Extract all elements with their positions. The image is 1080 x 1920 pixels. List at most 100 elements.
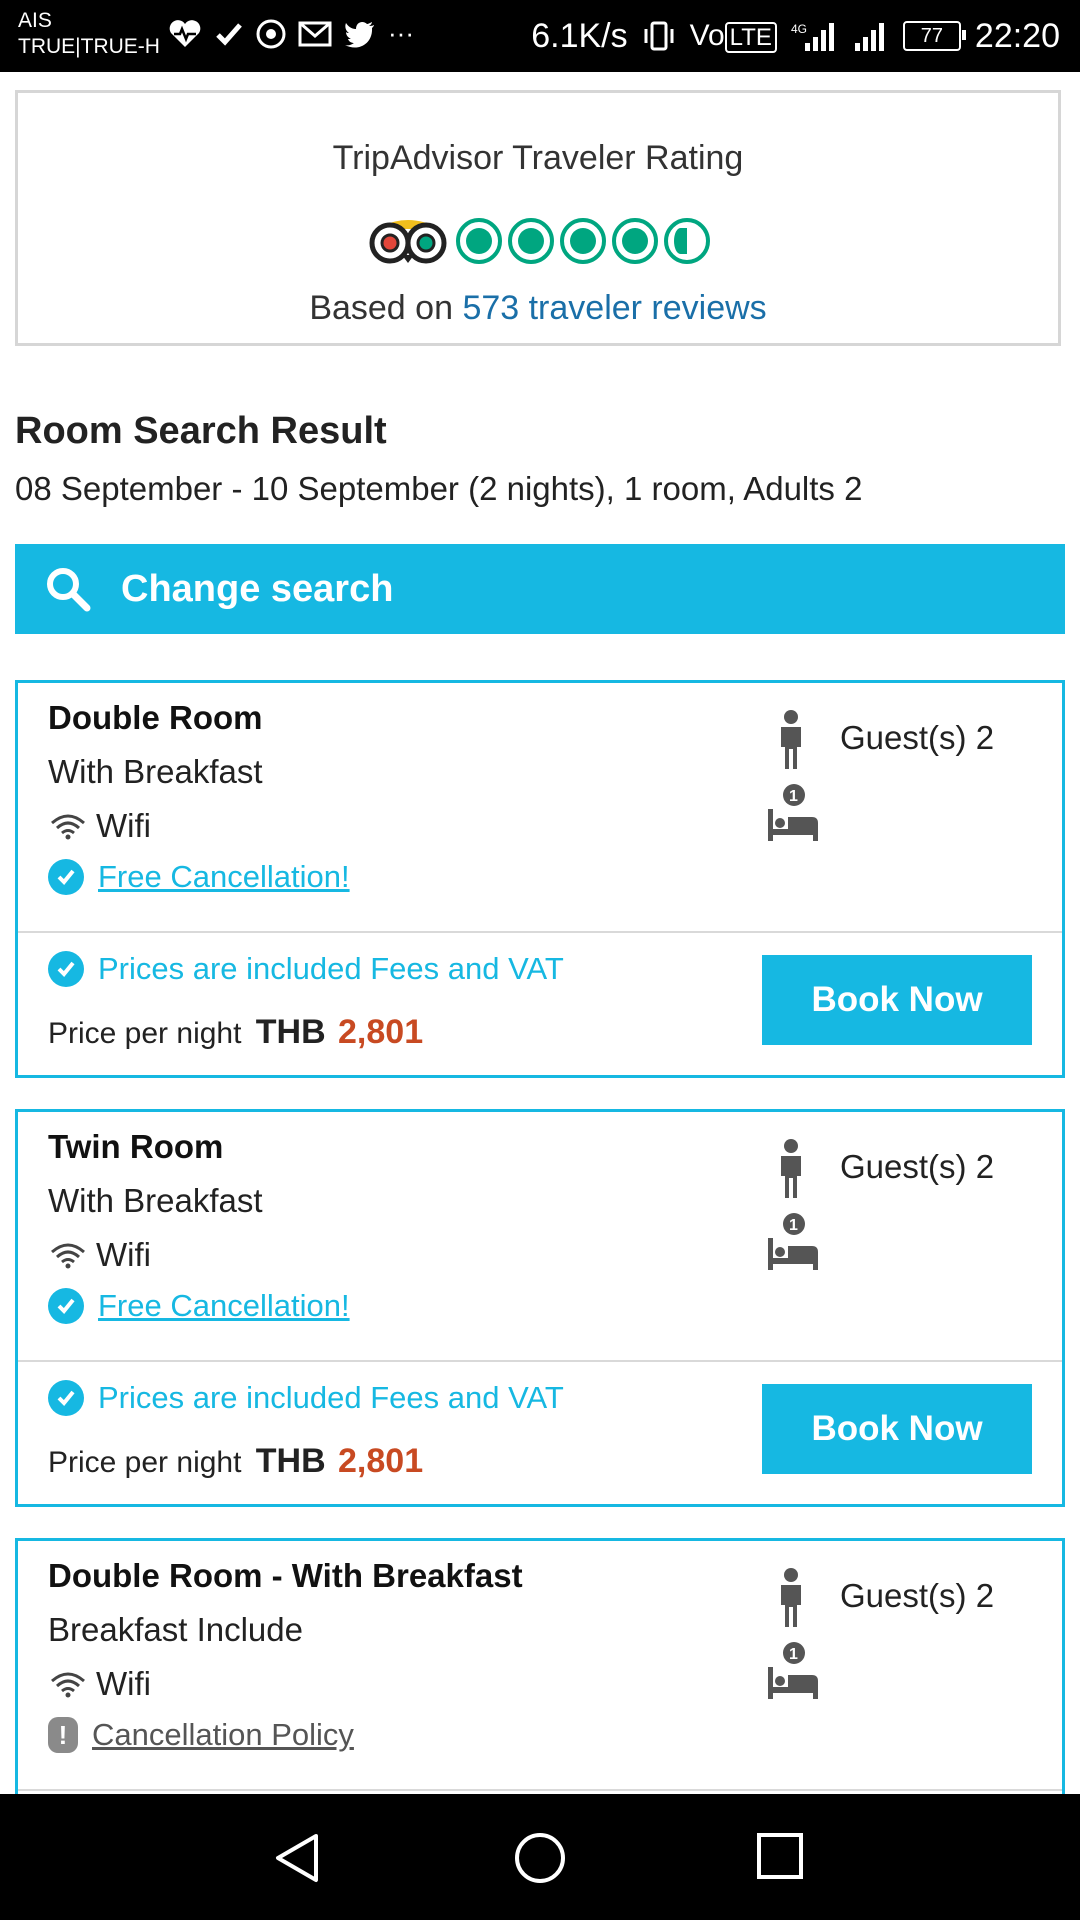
- room-wifi: Wifi: [48, 807, 151, 845]
- room-details: Twin Room With Breakfast Wifi Free Cance…: [18, 1112, 1062, 1362]
- rating-title: TripAdvisor Traveler Rating: [332, 139, 744, 177]
- bed-icon: 1: [768, 784, 818, 841]
- check-circle-icon: [48, 1288, 84, 1324]
- price-label: Price per night: [48, 1017, 242, 1050]
- free-cancellation-link[interactable]: Free Cancellation!: [98, 1288, 350, 1324]
- guest-count: Guest(s) 2: [840, 1148, 995, 1185]
- cancellation-policy-link[interactable]: Cancellation Policy: [92, 1717, 354, 1753]
- check-circle-icon: [48, 951, 84, 987]
- room-cancellation: ! Cancellation Policy: [48, 1717, 354, 1753]
- room-name: Double Room: [48, 699, 263, 736]
- price-value: 2,801: [338, 1442, 424, 1480]
- room-pricing: Prices are included Fees and VAT Price p…: [18, 1362, 1062, 1504]
- rating-bubbles: [18, 213, 1058, 269]
- price-line: Price per night THB 2,801: [48, 1442, 423, 1481]
- network-speed: 6.1K/s: [531, 16, 628, 55]
- clock: 22:20: [974, 16, 1060, 55]
- search-summary: 08 September - 10 September (2 nights), …: [15, 470, 863, 507]
- person-icon: [781, 1568, 801, 1627]
- price-note-text: Prices are included Fees and VAT: [98, 1380, 564, 1415]
- price-note: Prices are included Fees and VAT: [48, 1380, 564, 1416]
- more-notifications-icon: ···: [388, 18, 414, 48]
- signal-icon: [854, 23, 884, 51]
- person-icon: [781, 1139, 801, 1198]
- room-wifi: Wifi: [48, 1236, 151, 1274]
- search-icon: [47, 568, 91, 612]
- status-right: 6.1K/s Vo LTE 4G 77 22:20: [531, 0, 1060, 72]
- room-cancellation: Free Cancellation!: [48, 1288, 350, 1324]
- price-note: Prices are included Fees and VAT: [48, 951, 564, 987]
- signal-4g-icon: 4G: [791, 22, 834, 51]
- battery-icon: 77: [902, 21, 966, 51]
- wifi-label: Wifi: [96, 1236, 151, 1273]
- guest-count: Guest(s) 2: [840, 719, 995, 756]
- navigation-bar: [0, 1794, 1080, 1920]
- status-bar: AIS TRUE|TRUE-H ··· 6.1K/s Vo LTE 4G 77 2…: [0, 0, 1080, 72]
- book-now-button[interactable]: Book Now: [762, 1384, 1032, 1474]
- price-currency: THB: [255, 1013, 326, 1051]
- wifi-label: Wifi: [96, 807, 151, 844]
- wifi-icon: [51, 1243, 85, 1269]
- wifi-icon: [51, 814, 85, 840]
- svg-text:1: 1: [789, 788, 798, 805]
- room-details: Double Room - With Breakfast Breakfast I…: [18, 1541, 1062, 1791]
- rating-bubble-1: [456, 218, 502, 264]
- reviews-link[interactable]: 573 traveler reviews: [462, 289, 766, 327]
- vibrate-icon: [644, 21, 674, 51]
- room-meal: With Breakfast: [48, 1182, 263, 1219]
- price-currency: THB: [255, 1442, 326, 1480]
- room-card: Twin Room With Breakfast Wifi Free Cance…: [15, 1109, 1065, 1507]
- room-card: Double Room With Breakfast Wifi Free Can…: [15, 680, 1065, 1078]
- free-cancellation-link[interactable]: Free Cancellation!: [98, 859, 350, 895]
- page-content[interactable]: TripAdvisor Traveler Rating Based on 573…: [0, 72, 1080, 1794]
- volte-label: Vo: [689, 19, 725, 52]
- room-meal: Breakfast Include: [48, 1611, 303, 1648]
- svg-text:4G: 4G: [791, 22, 807, 36]
- price-line: Price per night THB 2,801: [48, 1013, 423, 1052]
- room-name: Double Room - With Breakfast: [48, 1557, 523, 1594]
- carrier-line-2: TRUE|TRUE-H: [18, 35, 160, 58]
- bed-icon: 1: [768, 1642, 818, 1699]
- carrier-info: AIS TRUE|TRUE-H: [18, 8, 160, 60]
- wifi-label: Wifi: [96, 1665, 151, 1702]
- room-wifi: Wifi: [48, 1665, 151, 1703]
- price-label: Price per night: [48, 1446, 242, 1479]
- back-nav-icon[interactable]: [272, 1832, 322, 1884]
- room-name: Twin Room: [48, 1128, 224, 1165]
- home-nav-icon[interactable]: [514, 1832, 566, 1884]
- room-card: Double Room - With Breakfast Breakfast I…: [15, 1538, 1065, 1794]
- chrome-icon: [256, 19, 286, 48]
- change-search-label: Change search: [121, 567, 394, 610]
- exclamation-icon: !: [48, 1717, 78, 1753]
- room-details: Double Room With Breakfast Wifi Free Can…: [18, 683, 1062, 933]
- heart-pulse-icon: [169, 19, 201, 47]
- notification-icons: ···: [168, 18, 414, 49]
- room-cancellation: Free Cancellation!: [48, 859, 350, 895]
- check-circle-icon: [48, 1380, 84, 1416]
- twitter-icon: [345, 21, 374, 48]
- mail-icon: [298, 21, 332, 46]
- carrier-line-1: AIS: [18, 9, 52, 32]
- price-value: 2,801: [338, 1013, 424, 1051]
- guest-count: Guest(s) 2: [840, 1577, 995, 1614]
- svg-text:1: 1: [789, 1646, 798, 1663]
- book-now-button[interactable]: Book Now: [762, 955, 1032, 1045]
- rating-based-on: Based on 573 traveler reviews: [18, 289, 1058, 328]
- tripadvisor-owl-logo: [369, 220, 447, 264]
- wifi-icon: [51, 1672, 85, 1698]
- lte-badge: LTE: [724, 22, 777, 53]
- based-on-label: Based on: [309, 289, 453, 327]
- room-meal: With Breakfast: [48, 753, 263, 790]
- rating-bubble-4: [612, 218, 658, 264]
- svg-text:1: 1: [789, 1217, 798, 1234]
- room-pricing: Prices are included Fees and VAT Price p…: [18, 933, 1062, 1075]
- tripadvisor-rating-box: TripAdvisor Traveler Rating Based on 573…: [15, 90, 1061, 346]
- rating-bubble-2: [508, 218, 554, 264]
- rating-bubble-5-half: [664, 218, 710, 264]
- person-icon: [781, 710, 801, 769]
- change-search-button[interactable]: Change search: [15, 544, 1065, 634]
- rating-bubble-3: [560, 218, 606, 264]
- recents-nav-icon[interactable]: [756, 1832, 804, 1880]
- bed-icon: 1: [768, 1213, 818, 1270]
- page-title: Room Search Result: [15, 410, 387, 452]
